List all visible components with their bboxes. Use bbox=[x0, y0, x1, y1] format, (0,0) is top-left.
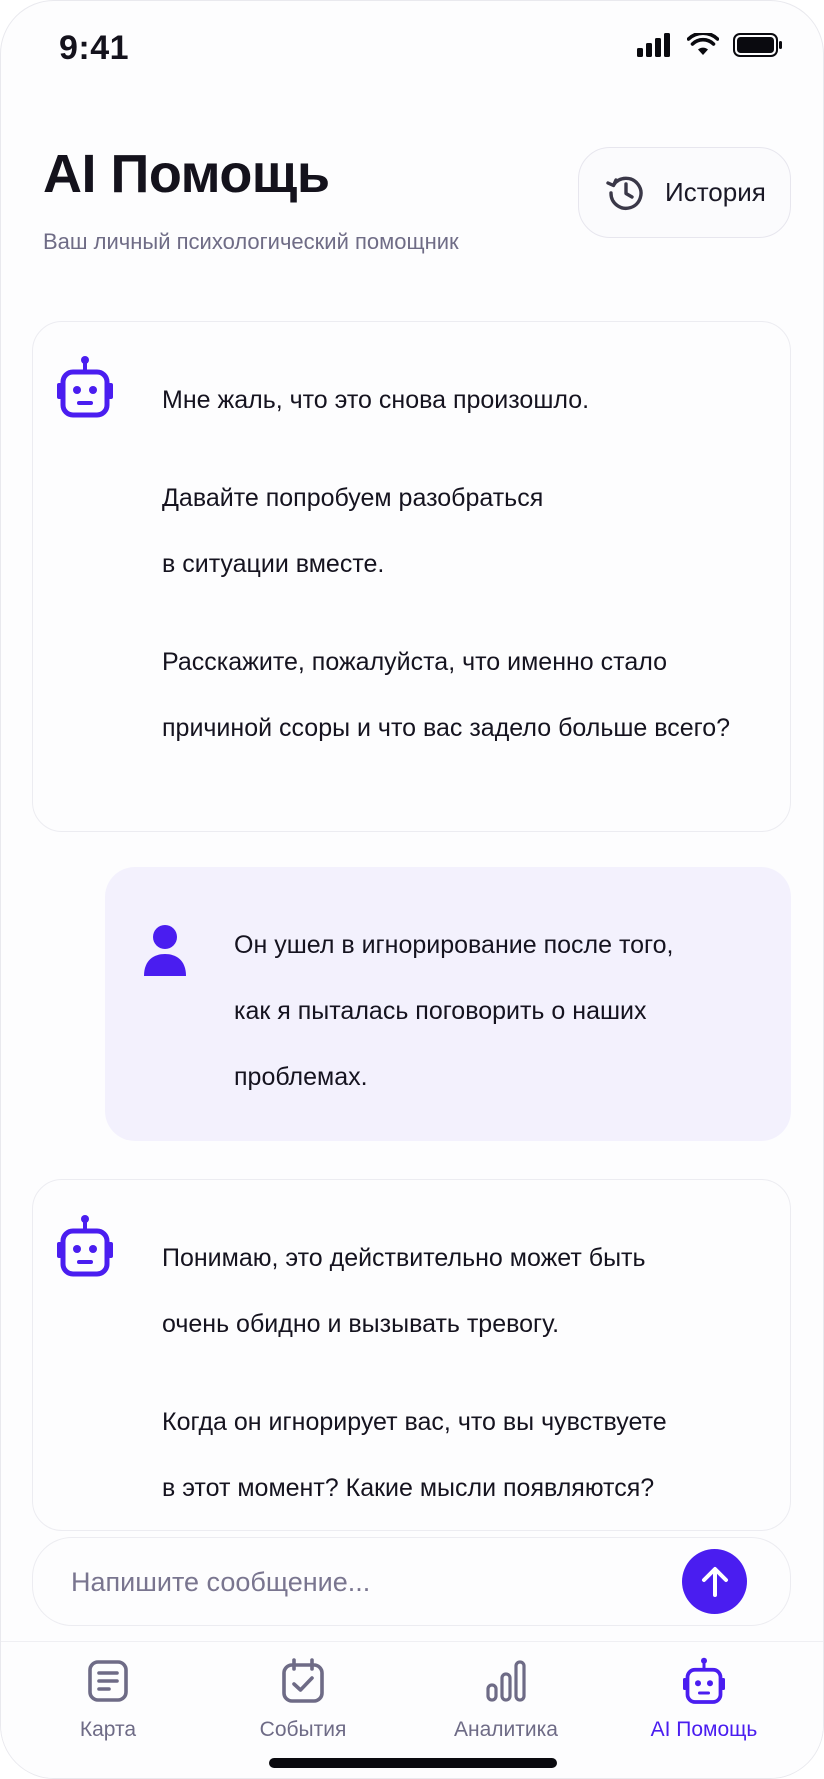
history-button[interactable]: История bbox=[578, 147, 791, 238]
calendar-check-icon bbox=[282, 1658, 324, 1703]
message-line: Когда он игнорирует вас, что вы чувствуе… bbox=[162, 1408, 667, 1436]
message-line: причиной ссоры и что вас задело больше в… bbox=[162, 714, 731, 742]
message-line: проблемах. bbox=[234, 1063, 368, 1091]
message-line: Мне жаль, что это снова произошло. bbox=[162, 386, 590, 414]
history-icon bbox=[606, 176, 643, 210]
nav-label: События bbox=[259, 1718, 347, 1741]
nav-label: AI Помощь bbox=[650, 1718, 758, 1741]
nav-label: Карта bbox=[79, 1718, 137, 1741]
user-avatar-icon bbox=[144, 925, 186, 976]
nav-item-ai-help[interactable]: AI Помощь bbox=[624, 1642, 784, 1752]
message-composer bbox=[32, 1537, 791, 1626]
robot-avatar-icon bbox=[57, 1215, 113, 1277]
message-input[interactable] bbox=[71, 1558, 631, 1606]
arrow-up-icon bbox=[701, 1566, 728, 1597]
nav-label: Аналитика bbox=[454, 1718, 558, 1741]
message-line: Расскажите, пожалуйста, что именно стало bbox=[162, 648, 668, 676]
status-icons bbox=[637, 33, 783, 57]
phone-screen: 9:41 AI Помощь Ваш личный психологически… bbox=[0, 0, 824, 1779]
message-line: в этот момент? Какие мысли появляются? bbox=[162, 1474, 655, 1502]
message-line: в ситуации вместе. bbox=[162, 550, 385, 578]
message-line: очень обидно и вызывать тревогу. bbox=[162, 1310, 560, 1338]
page-subtitle: Ваш личный психологический помощник bbox=[43, 229, 459, 254]
status-time: 9:41 bbox=[59, 29, 130, 67]
send-button[interactable] bbox=[682, 1549, 747, 1614]
user-message-text: Он ушел в игнорирование после того, как … bbox=[234, 912, 673, 1110]
notes-icon bbox=[88, 1660, 128, 1702]
nav-item-events[interactable]: События bbox=[223, 1642, 383, 1752]
nav-item-map[interactable]: Карта bbox=[28, 1642, 188, 1752]
home-indicator bbox=[269, 1758, 557, 1768]
bar-chart-icon bbox=[486, 1660, 526, 1702]
page-title: AI Помощь bbox=[43, 144, 330, 204]
nav-item-analytics[interactable]: Аналитика bbox=[426, 1642, 586, 1752]
robot-avatar-icon bbox=[57, 356, 113, 418]
message-line: Он ушел в игнорирование после того, bbox=[234, 931, 674, 959]
history-label: История bbox=[665, 177, 766, 207]
wifi-icon bbox=[687, 33, 719, 55]
bot-message-text: Мне жаль, что это снова произошло. Давай… bbox=[162, 367, 730, 761]
battery-icon bbox=[733, 33, 782, 57]
robot-icon bbox=[683, 1657, 725, 1704]
message-line: Понимаю, это действительно может быть bbox=[162, 1244, 646, 1272]
message-line: как я пыталась поговорить о наших bbox=[234, 997, 647, 1025]
signal-icon bbox=[637, 33, 670, 57]
message-line: Давайте попробуем разобраться bbox=[162, 484, 544, 512]
bot-message-text: Понимаю, это действительно может быть оч… bbox=[162, 1225, 667, 1521]
